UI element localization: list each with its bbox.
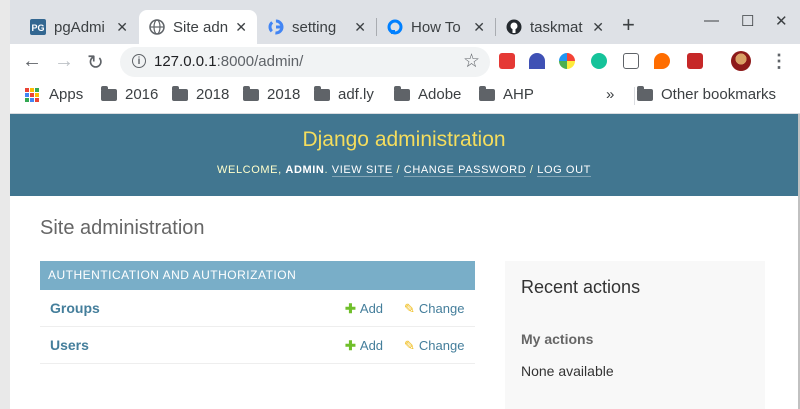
minimize-icon[interactable]: — [704,12,719,29]
tab-site-admin[interactable]: Site adn ✕ [139,10,257,44]
bookmarks-bar: Apps 2016 2018 2018 adf.ly Adobe AHP » O… [10,80,800,114]
model-row-groups: Groups ✚ Add ✎ Change [40,290,475,327]
user-tools: WELCOME, ADMIN. VIEW SITE / CHANGE PASSW… [217,164,591,177]
star-icon[interactable]: ☆ [463,50,480,73]
folder-icon [101,85,117,101]
change-groups-button[interactable]: ✎ Change [404,301,464,317]
back-icon[interactable]: ← [22,50,42,73]
empty-actions-text: None available [521,363,614,379]
menu-icon[interactable]: ⋮ [770,51,788,72]
bookmark-folder[interactable]: 2018 [172,85,229,103]
bookmarks-separator [634,87,635,105]
plus-icon: ✚ [345,338,356,353]
app-module-auth: AUTHENTICATION AND AUTHORIZATION Groups … [40,261,475,364]
apps-icon [25,87,39,102]
reload-icon[interactable]: ↻ [87,50,104,75]
browser-window: PG pgAdmi ✕ Site adn ✕ setting ✕ How To … [10,0,800,409]
github-icon [506,19,522,35]
tab-taskmat[interactable]: taskmat ✕ [496,10,614,44]
bookmark-apps[interactable]: Apps [25,86,83,103]
add-users-button[interactable]: ✚ Add [345,338,383,354]
close-icon[interactable]: ✕ [235,19,247,36]
site-title[interactable]: Django administration [10,128,798,152]
tab-label: Site adn [173,18,229,36]
extension-graduation-icon[interactable] [529,53,545,69]
bookmark-folder[interactable]: Adobe [394,85,461,103]
forward-icon[interactable]: → [54,50,74,73]
page-content: Django administration WELCOME, ADMIN. VI… [10,114,800,409]
toolbar: ← → ↻ i 127.0.0.1:8000/admin/ ☆ ⋮ [10,44,800,80]
folder-icon [243,85,259,101]
info-icon[interactable]: i [132,54,146,68]
folder-icon [637,85,653,101]
folder-icon [172,85,188,101]
page-title: Site administration [40,217,205,239]
extension-flash-icon[interactable] [687,53,703,69]
close-icon[interactable]: ✕ [354,19,366,36]
recent-actions-title: Recent actions [521,277,641,297]
pencil-icon: ✎ [404,338,415,353]
close-icon[interactable]: ✕ [473,19,485,36]
bookmarks-overflow[interactable]: » [606,86,614,103]
tab-label: pgAdmi [54,18,105,36]
username: ADMIN [285,164,325,176]
globe-icon [149,19,165,35]
tab-label: taskmat [530,18,583,36]
change-password-link[interactable]: CHANGE PASSWORD [403,164,527,177]
window-close-icon[interactable]: ✕ [775,12,788,30]
folder-icon [314,85,330,101]
grammarly-icon[interactable] [591,53,607,69]
bookmark-folder[interactable]: 2018 [243,85,300,103]
recent-actions-panel: Recent actions My actions None available [505,261,765,409]
add-groups-button[interactable]: ✚ Add [345,301,383,317]
bookmark-folder[interactable]: adf.ly [314,85,374,103]
close-icon[interactable]: ✕ [592,19,604,36]
model-link-groups[interactable]: Groups [50,300,100,316]
bookmark-other[interactable]: Other bookmarks [637,85,776,103]
background-window [0,0,10,409]
tab-label: How To [411,18,461,36]
log-out-link[interactable]: LOG OUT [537,164,591,177]
extension-mega-icon[interactable] [499,53,515,69]
model-link-users[interactable]: Users [50,337,89,353]
bookmark-folder[interactable]: 2016 [101,85,158,103]
tab-how-to[interactable]: How To ✕ [377,10,495,44]
tab-strip: PG pgAdmi ✕ Site adn ✕ setting ✕ How To … [10,0,800,44]
extension-window-icon[interactable] [623,53,639,69]
maximize-icon[interactable]: ☐ [741,12,754,30]
address-bar[interactable]: i 127.0.0.1:8000/admin/ ☆ [120,47,490,77]
model-row-users: Users ✚ Add ✎ Change [40,327,475,364]
pencil-icon: ✎ [404,301,415,316]
folder-icon [479,85,495,101]
bookmark-folder[interactable]: AHP [479,85,534,103]
module-caption[interactable]: AUTHENTICATION AND AUTHORIZATION [40,261,475,290]
tab-label: setting [292,18,337,36]
plus-icon: ✚ [345,301,356,316]
change-users-button[interactable]: ✎ Change [404,338,464,354]
django-header: Django administration WELCOME, ADMIN. VI… [10,114,798,196]
profile-avatar[interactable] [731,51,751,71]
extension-chrome-icon[interactable] [559,53,575,69]
pgadmin-icon: PG [30,19,46,35]
google-icon [268,19,284,35]
url-text[interactable]: 127.0.0.1:8000/admin/ [154,53,303,70]
view-site-link[interactable]: VIEW SITE [331,164,393,177]
close-icon[interactable]: ✕ [116,19,128,36]
folder-icon [394,85,410,101]
my-actions-heading: My actions [521,331,594,347]
digitalocean-icon [387,19,403,35]
tab-setting[interactable]: setting ✕ [258,10,376,44]
svg-text:PG: PG [31,23,44,33]
extension-key-icon[interactable] [654,53,670,69]
tab-pgadmin[interactable]: PG pgAdmi ✕ [20,10,138,44]
new-tab-icon[interactable]: + [622,12,635,38]
